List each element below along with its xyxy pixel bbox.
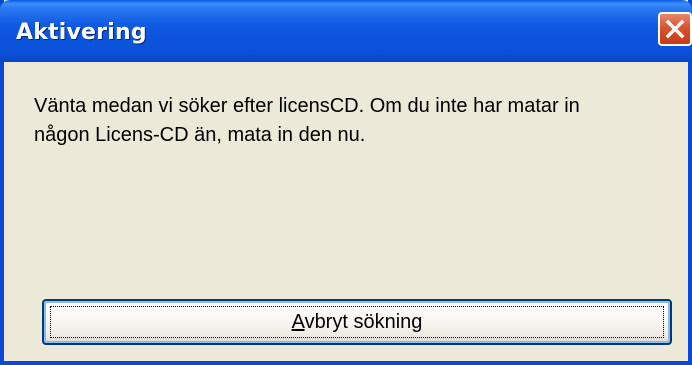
activation-dialog: Aktivering Vänta medan vi söker efter li…: [0, 0, 692, 365]
close-icon: [665, 19, 685, 39]
close-button[interactable]: [658, 12, 692, 46]
cancel-button-label: vbryt sökning: [304, 311, 423, 333]
cancel-search-button[interactable]: Avbryt sökning: [42, 299, 672, 345]
status-message-line-2: någon Licens-CD än, mata in den nu.: [34, 124, 366, 146]
cancel-access-key: A: [291, 311, 305, 333]
dialog-title: Aktivering: [16, 20, 147, 45]
title-bar[interactable]: Aktivering: [0, 0, 692, 62]
status-message: Vänta medan vi söker efter licensCD. Om …: [34, 92, 674, 150]
status-message-line-1: Vänta medan vi söker efter licensCD. Om …: [34, 95, 580, 117]
